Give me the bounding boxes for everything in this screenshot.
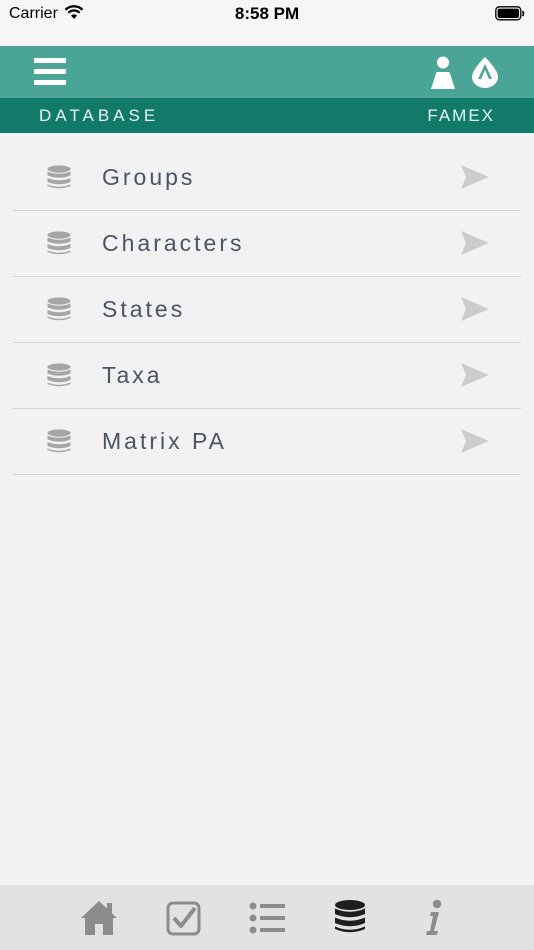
- arrow-icon: [461, 297, 489, 326]
- hamburger-menu-icon[interactable]: [34, 56, 68, 88]
- database-icon: [334, 900, 366, 939]
- database-icon: [47, 165, 71, 195]
- list-item-label: States: [102, 296, 186, 322]
- arrow-icon: [461, 429, 489, 458]
- status-time: 8:58 PM: [234, 4, 300, 23]
- status-bar: Carrier 8:58 PM: [0, 0, 534, 46]
- list-item-states[interactable]: States: [13, 277, 521, 343]
- home-icon: [80, 901, 118, 941]
- app-name: FAMEX: [427, 106, 495, 125]
- arrow-icon: [461, 165, 489, 194]
- tab-list[interactable]: [248, 899, 286, 942]
- tab-checklist[interactable]: [165, 899, 203, 942]
- section-title: DATABASE: [39, 106, 160, 125]
- list-item-label: Groups: [102, 164, 196, 190]
- list-item-label: Taxa: [102, 362, 163, 388]
- tab-bar: [0, 885, 534, 950]
- info-icon: [420, 899, 448, 941]
- list-item-label: Characters: [102, 230, 245, 256]
- checkbox-icon: [165, 901, 203, 941]
- arrow-icon: [461, 231, 489, 260]
- database-icon: [47, 363, 71, 393]
- navigation-bar: [0, 46, 534, 98]
- database-icon: [47, 429, 71, 459]
- tab-database[interactable]: [334, 899, 366, 940]
- section-header: DATABASE FAMEX: [0, 98, 534, 133]
- list-item-label: Matrix PA: [102, 428, 227, 454]
- database-list: Groups Characters States Taxa Matrix PA: [13, 145, 521, 475]
- app-logo-icon[interactable]: [470, 55, 500, 94]
- database-icon: [47, 297, 71, 327]
- battery-icon: [495, 6, 525, 26]
- arrow-icon: [461, 363, 489, 392]
- tab-home[interactable]: [80, 899, 118, 942]
- list-item-groups[interactable]: Groups: [13, 145, 521, 211]
- list-icon: [248, 902, 286, 941]
- database-icon: [47, 231, 71, 261]
- list-item-matrix-pa[interactable]: Matrix PA: [13, 409, 521, 475]
- list-item-characters[interactable]: Characters: [13, 211, 521, 277]
- person-icon[interactable]: [428, 56, 458, 95]
- list-item-taxa[interactable]: Taxa: [13, 343, 521, 409]
- tab-info[interactable]: [420, 899, 448, 942]
